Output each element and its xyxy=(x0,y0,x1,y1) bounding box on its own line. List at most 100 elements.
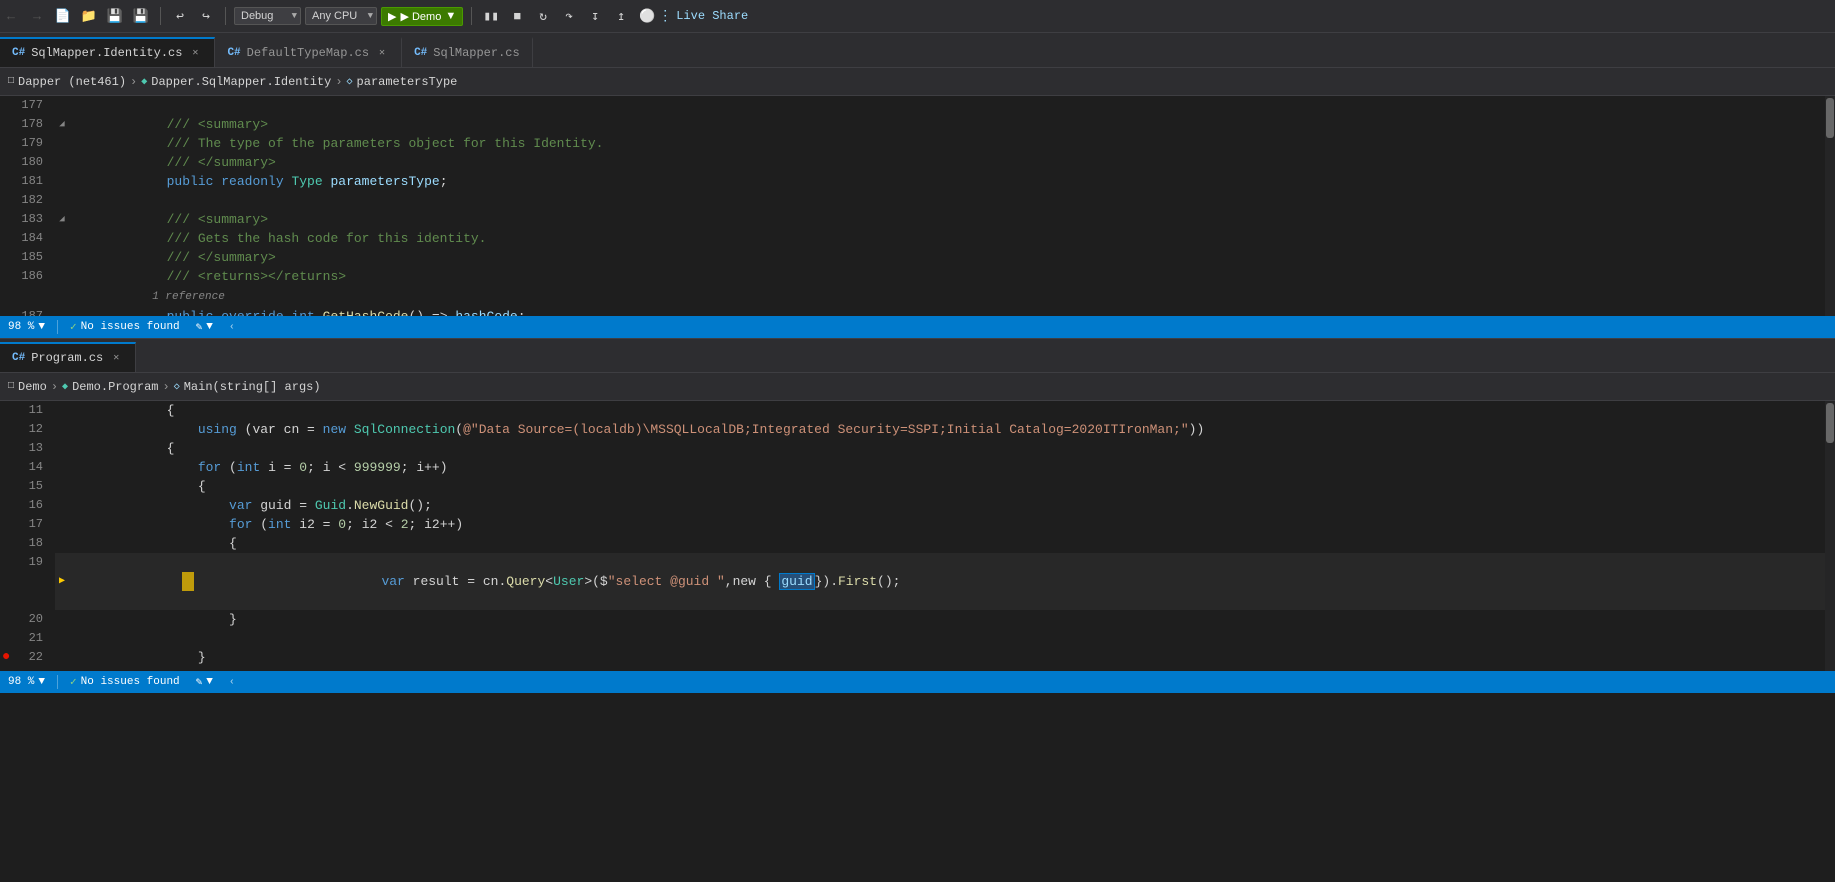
line-content: { xyxy=(69,401,1835,420)
fold-button[interactable]: ▶ xyxy=(55,553,69,610)
status-scroll-arrow[interactable]: ‹ xyxy=(229,322,235,333)
debug-config-dropdown[interactable]: Debug Release ▼ xyxy=(234,7,301,25)
tab-sqlmapper-identity[interactable]: C# SqlMapper.Identity.cs ✕ xyxy=(0,37,215,67)
back-icon[interactable]: ← xyxy=(0,5,22,27)
fold-button[interactable] xyxy=(55,153,69,172)
status-sep-2 xyxy=(57,675,58,689)
line-number: 18 xyxy=(0,534,55,553)
code-scroll-pane2[interactable]: 11 { 12 using (var cn = new SqlConnectio… xyxy=(0,401,1835,671)
minimap-pane2[interactable] xyxy=(1825,401,1835,671)
run-button-wrapper[interactable]: ▶ ▶ Demo ▼ xyxy=(381,7,463,26)
line-number: 180 xyxy=(0,153,55,172)
undo-icon[interactable]: ↩ xyxy=(169,5,191,27)
line-content: /// </summary> xyxy=(69,248,1835,267)
status-dropdown-arrow: ▼ xyxy=(206,321,213,333)
status-toolbar-pane2[interactable]: ✎ ▼ xyxy=(196,675,213,689)
tab-sqlmapper[interactable]: C# SqlMapper.cs xyxy=(402,37,533,67)
fold-button[interactable] xyxy=(55,496,69,515)
save-all-icon[interactable]: 💾 xyxy=(130,5,152,27)
status-scroll-arrow-2[interactable]: ‹ xyxy=(229,677,235,688)
fold-button[interactable] xyxy=(55,96,69,115)
breadcrumb-class-2[interactable]: ◆ Demo.Program xyxy=(62,380,158,394)
fold-button[interactable] xyxy=(55,134,69,153)
breadcrumb-project-2[interactable]: □ Demo xyxy=(8,380,47,394)
code-lines-pane1: 177 178 ◢ /// <summary> 179 xyxy=(0,96,1835,316)
breadcrumb-class-label-2: Demo.Program xyxy=(72,380,158,394)
open-file-icon[interactable]: 📁 xyxy=(78,5,100,27)
editor-pane-2: C# Program.cs ✕ □ Demo › ◆ Demo.Program … xyxy=(0,338,1835,693)
fold-button[interactable] xyxy=(55,648,69,667)
breakpoint-icon[interactable]: ⚪ xyxy=(636,5,658,27)
fold-button[interactable]: ◢ xyxy=(55,210,69,229)
line-content: 1 reference xyxy=(69,286,1835,307)
status-icon-pane2: ✓ xyxy=(70,675,77,689)
breadcrumb-project[interactable]: □ Dapper (net461) xyxy=(8,75,126,89)
line-content: public readonly Type parametersType; xyxy=(69,172,1835,191)
breadcrumb-member[interactable]: ◇ parametersType xyxy=(347,75,458,89)
platform-dropdown[interactable]: Any CPU ▼ xyxy=(305,7,377,25)
debug-restart-icon[interactable]: ↻ xyxy=(532,5,554,27)
save-icon[interactable]: 💾 xyxy=(104,5,126,27)
code-lines-pane2: 11 { 12 using (var cn = new SqlConnectio… xyxy=(0,401,1835,671)
minimap-pane1[interactable] xyxy=(1825,96,1835,316)
forward-icon[interactable]: → xyxy=(26,5,48,27)
tab-close-2[interactable]: ✕ xyxy=(375,46,389,60)
tab-close-1[interactable]: ✕ xyxy=(188,46,202,60)
zoom-control[interactable]: 98 % ▼ xyxy=(8,321,45,333)
fold-button[interactable] xyxy=(55,477,69,496)
new-file-icon[interactable]: 📄 xyxy=(52,5,74,27)
fold-button[interactable] xyxy=(55,610,69,629)
editor-pane-1: C# SqlMapper.Identity.cs ✕ C# DefaultTyp… xyxy=(0,33,1835,338)
fold-button[interactable] xyxy=(55,515,69,534)
scrollbar-thumb-pane1[interactable] xyxy=(1826,98,1834,138)
breadcrumb-member-2[interactable]: ◇ Main(string[] args) xyxy=(174,380,321,394)
code-line: 185 /// </summary> xyxy=(0,248,1835,267)
fold-button[interactable] xyxy=(55,420,69,439)
breadcrumb-icon-proj2: □ xyxy=(8,381,14,392)
fold-button[interactable] xyxy=(55,667,69,671)
fold-button[interactable] xyxy=(55,401,69,420)
step-into-icon[interactable]: ↧ xyxy=(584,5,606,27)
code-line: 177 xyxy=(0,96,1835,115)
tab-program[interactable]: C# Program.cs ✕ xyxy=(0,342,136,372)
fold-button[interactable] xyxy=(55,458,69,477)
code-area-pane1[interactable]: 177 178 ◢ /// <summary> 179 xyxy=(0,96,1835,316)
redo-icon[interactable]: ↪ xyxy=(195,5,217,27)
tab-label-3: SqlMapper.cs xyxy=(433,46,519,60)
status-toolbar-pane1[interactable]: ✎ ▼ xyxy=(196,320,213,334)
tab-label-2: DefaultTypeMap.cs xyxy=(247,46,369,60)
debug-stop-icon[interactable]: ■ xyxy=(506,5,528,27)
breadcrumb-class[interactable]: ◆ Dapper.SqlMapper.Identity xyxy=(141,75,331,89)
line-number: 178 xyxy=(0,115,55,134)
step-out-icon[interactable]: ↥ xyxy=(610,5,632,27)
fold-button[interactable] xyxy=(55,307,69,316)
fold-button[interactable] xyxy=(55,191,69,210)
fold-button[interactable] xyxy=(55,439,69,458)
scrollbar-thumb-pane2[interactable] xyxy=(1826,403,1834,443)
code-area-pane2[interactable]: 11 { 12 using (var cn = new SqlConnectio… xyxy=(0,401,1835,671)
breadcrumb-member-label: parametersType xyxy=(357,75,458,89)
line-content: /// The type of the parameters object fo… xyxy=(69,134,1835,153)
step-over-icon[interactable]: ↷ xyxy=(558,5,580,27)
fold-button[interactable]: ◢ xyxy=(55,115,69,134)
tab-close-prog[interactable]: ✕ xyxy=(109,351,123,365)
line-content: /// <summary> xyxy=(69,210,1835,229)
platform-select[interactable]: Any CPU xyxy=(305,7,377,25)
separator-2 xyxy=(225,7,226,25)
code-scroll-pane1[interactable]: 177 178 ◢ /// <summary> 179 xyxy=(0,96,1835,316)
tab-defaulttypemap[interactable]: C# DefaultTypeMap.cs ✕ xyxy=(215,37,402,67)
fold-button[interactable] xyxy=(55,172,69,191)
line-number: 186 xyxy=(0,267,55,286)
line-content: for (int i2 = 0; i2 < 2; i2++) xyxy=(69,515,1835,534)
fold-button[interactable] xyxy=(55,534,69,553)
fold-button[interactable] xyxy=(55,229,69,248)
debug-pause-icon[interactable]: ▮▮ xyxy=(480,5,502,27)
fold-button[interactable] xyxy=(55,248,69,267)
fold-button[interactable] xyxy=(55,629,69,648)
line-number: 177 xyxy=(0,96,55,115)
live-share-button[interactable]: ⋮ Live Share xyxy=(658,8,748,25)
zoom-control-2[interactable]: 98 % ▼ xyxy=(8,676,45,688)
fold-button[interactable] xyxy=(55,267,69,286)
debug-mode-select[interactable]: Debug Release xyxy=(234,7,301,25)
run-button[interactable]: ▶ ▶ Demo ▼ xyxy=(381,7,463,26)
